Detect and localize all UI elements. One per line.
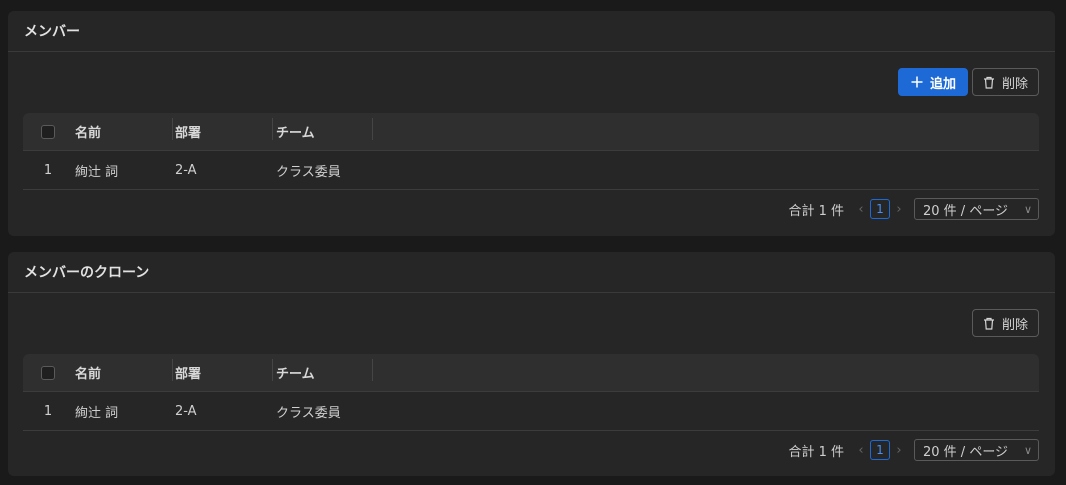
column-header-dept[interactable]: 部署: [173, 359, 273, 382]
chevron-right-icon[interactable]: ›: [892, 443, 906, 458]
page-size-select[interactable]: 20 件 / ページ ∨: [914, 439, 1039, 461]
row-index: 1: [43, 403, 53, 419]
column-header-team[interactable]: チーム: [273, 359, 373, 382]
cell-team: クラス委員: [276, 405, 341, 421]
table-row[interactable]: 1 絢辻 詞 2-A クラス委員: [23, 151, 1039, 190]
add-button-label: 追加: [929, 76, 956, 92]
cell-name: 絢辻 詞: [75, 405, 119, 421]
members-table: 名前 部署 チーム 1 絢辻 詞 2-A クラス委員: [23, 113, 1039, 190]
table-row[interactable]: 1 絢辻 詞 2-A クラス委員: [23, 392, 1039, 431]
member-clone-table: 名前 部署 チーム 1 絢辻 詞 2-A クラス委員: [23, 354, 1039, 431]
delete-button[interactable]: 削除: [971, 309, 1039, 337]
select-all-checkbox[interactable]: [41, 124, 55, 139]
page-button[interactable]: 1: [870, 440, 890, 460]
cell-team: クラス委員: [276, 164, 341, 180]
toolbar: 追加 削除: [897, 68, 1039, 96]
header-select-cell: [23, 124, 73, 139]
header-select-cell: [23, 365, 73, 380]
chevron-right-icon[interactable]: ›: [892, 202, 906, 217]
table-header: 名前 部署 チーム: [23, 113, 1039, 151]
trash-icon: [983, 317, 994, 330]
row-index: 1: [43, 162, 53, 178]
column-header-name[interactable]: 名前: [73, 118, 173, 141]
chevron-down-icon: ∨: [1023, 202, 1032, 216]
select-all-checkbox[interactable]: [41, 365, 55, 380]
cell-dept: 2-A: [175, 403, 197, 419]
chevron-left-icon[interactable]: ‹: [854, 443, 868, 458]
cell-dept: 2-A: [175, 162, 197, 178]
delete-button-label: 削除: [1001, 317, 1028, 333]
column-header-dept[interactable]: 部署: [173, 118, 273, 141]
pagination: 合計 1 件 ‹ 1 › 20 件 / ページ ∨: [788, 439, 1039, 461]
delete-button-label: 削除: [1001, 76, 1028, 92]
trash-icon: [983, 76, 994, 89]
page-size-value: 20 件 / ページ: [923, 203, 1009, 219]
plus-icon: [911, 76, 923, 88]
cell-name: 絢辻 詞: [75, 164, 119, 180]
member-clone-panel: メンバーのクローン 削除 名前 部署 チーム 1 絢辻 詞 2-A クラス委員 …: [8, 252, 1055, 476]
chevron-down-icon: ∨: [1023, 443, 1032, 457]
members-panel: メンバー 追加 削除 名前 部署 チーム 1 絢辻 詞 2-A クラス委員 合計…: [8, 11, 1055, 236]
add-button[interactable]: 追加: [897, 68, 968, 96]
pagination: 合計 1 件 ‹ 1 › 20 件 / ページ ∨: [788, 198, 1039, 220]
column-header-name[interactable]: 名前: [73, 359, 173, 382]
chevron-left-icon[interactable]: ‹: [854, 202, 868, 217]
delete-button[interactable]: 削除: [971, 68, 1039, 96]
pagination-total: 合計 1 件: [788, 444, 844, 460]
pagination-total: 合計 1 件: [788, 203, 844, 219]
page-size-value: 20 件 / ページ: [923, 444, 1009, 460]
table-header: 名前 部署 チーム: [23, 354, 1039, 392]
panel-title: メンバーのクローン: [8, 252, 1055, 293]
page-button[interactable]: 1: [870, 199, 890, 219]
column-header-team[interactable]: チーム: [273, 118, 373, 141]
toolbar: 削除: [971, 309, 1039, 337]
page-size-select[interactable]: 20 件 / ページ ∨: [914, 198, 1039, 220]
panel-title: メンバー: [8, 11, 1055, 52]
